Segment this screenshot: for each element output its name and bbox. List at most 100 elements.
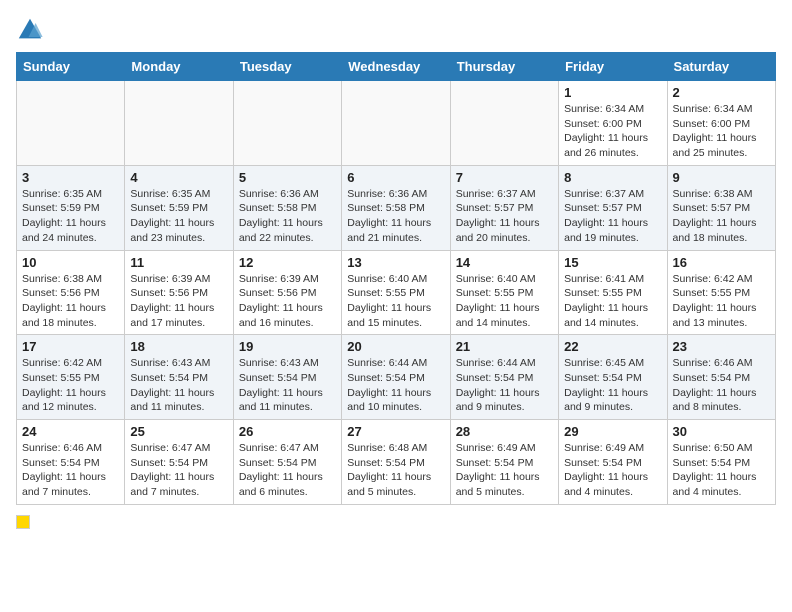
- legend-box: [16, 515, 30, 529]
- calendar-week-row: 3 Sunrise: 6:35 AM Sunset: 5:59 PM Daylig…: [17, 165, 776, 250]
- day-number: 21: [456, 339, 553, 354]
- day-number: 7: [456, 170, 553, 185]
- day-info: Sunrise: 6:43 AM Sunset: 5:54 PM Dayligh…: [130, 356, 227, 415]
- calendar-cell: 6 Sunrise: 6:36 AM Sunset: 5:58 PM Daylig…: [342, 165, 450, 250]
- calendar-cell: [17, 81, 125, 166]
- day-number: 6: [347, 170, 444, 185]
- day-info: Sunrise: 6:34 AM Sunset: 6:00 PM Dayligh…: [564, 102, 661, 161]
- day-header-monday: Monday: [125, 53, 233, 81]
- calendar-header: SundayMondayTuesdayWednesdayThursdayFrid…: [17, 53, 776, 81]
- logo: [16, 16, 48, 44]
- calendar-cell: 8 Sunrise: 6:37 AM Sunset: 5:57 PM Daylig…: [559, 165, 667, 250]
- calendar-cell: 27 Sunrise: 6:48 AM Sunset: 5:54 PM Dayli…: [342, 420, 450, 505]
- day-info: Sunrise: 6:50 AM Sunset: 5:54 PM Dayligh…: [673, 441, 770, 500]
- day-number: 13: [347, 255, 444, 270]
- calendar-week-row: 1 Sunrise: 6:34 AM Sunset: 6:00 PM Daylig…: [17, 81, 776, 166]
- day-header-tuesday: Tuesday: [233, 53, 341, 81]
- calendar-body: 1 Sunrise: 6:34 AM Sunset: 6:00 PM Daylig…: [17, 81, 776, 505]
- day-info: Sunrise: 6:47 AM Sunset: 5:54 PM Dayligh…: [239, 441, 336, 500]
- day-number: 10: [22, 255, 119, 270]
- calendar-cell: 16Sunrise: 6:42 AM Sunset: 5:55 PM Dayli…: [667, 250, 775, 335]
- day-number: 9: [673, 170, 770, 185]
- calendar-cell: 28Sunrise: 6:49 AM Sunset: 5:54 PM Dayli…: [450, 420, 558, 505]
- calendar-cell: 10 Sunrise: 6:38 AM Sunset: 5:56 PM Dayli…: [17, 250, 125, 335]
- day-info: Sunrise: 6:45 AM Sunset: 5:54 PM Dayligh…: [564, 356, 661, 415]
- calendar-cell: 15 Sunrise: 6:41 AM Sunset: 5:55 PM Dayli…: [559, 250, 667, 335]
- day-info: Sunrise: 6:47 AM Sunset: 5:54 PM Dayligh…: [130, 441, 227, 500]
- calendar-cell: 12 Sunrise: 6:39 AM Sunset: 5:56 PM Dayli…: [233, 250, 341, 335]
- calendar-cell: 1 Sunrise: 6:34 AM Sunset: 6:00 PM Daylig…: [559, 81, 667, 166]
- day-info: Sunrise: 6:37 AM Sunset: 5:57 PM Dayligh…: [456, 187, 553, 246]
- day-info: Sunrise: 6:38 AM Sunset: 5:56 PM Dayligh…: [22, 272, 119, 331]
- day-number: 8: [564, 170, 661, 185]
- calendar-cell: 14Sunrise: 6:40 AM Sunset: 5:55 PM Dayli…: [450, 250, 558, 335]
- day-info: Sunrise: 6:39 AM Sunset: 5:56 PM Dayligh…: [130, 272, 227, 331]
- day-info: Sunrise: 6:40 AM Sunset: 5:55 PM Dayligh…: [456, 272, 553, 331]
- day-info: Sunrise: 6:35 AM Sunset: 5:59 PM Dayligh…: [22, 187, 119, 246]
- calendar-cell: 17Sunrise: 6:42 AM Sunset: 5:55 PM Dayli…: [17, 335, 125, 420]
- day-info: Sunrise: 6:39 AM Sunset: 5:56 PM Dayligh…: [239, 272, 336, 331]
- day-info: Sunrise: 6:38 AM Sunset: 5:57 PM Dayligh…: [673, 187, 770, 246]
- calendar-cell: 21 Sunrise: 6:44 AM Sunset: 5:54 PM Dayli…: [450, 335, 558, 420]
- day-number: 4: [130, 170, 227, 185]
- calendar-cell: 11 Sunrise: 6:39 AM Sunset: 5:56 PM Dayli…: [125, 250, 233, 335]
- day-number: 19: [239, 339, 336, 354]
- day-info: Sunrise: 6:44 AM Sunset: 5:54 PM Dayligh…: [347, 356, 444, 415]
- calendar-cell: 4 Sunrise: 6:35 AM Sunset: 5:59 PM Daylig…: [125, 165, 233, 250]
- calendar-table: SundayMondayTuesdayWednesdayThursdayFrid…: [16, 52, 776, 505]
- calendar-cell: 2 Sunrise: 6:34 AM Sunset: 6:00 PM Daylig…: [667, 81, 775, 166]
- day-number: 11: [130, 255, 227, 270]
- day-info: Sunrise: 6:36 AM Sunset: 5:58 PM Dayligh…: [347, 187, 444, 246]
- day-number: 27: [347, 424, 444, 439]
- day-number: 3: [22, 170, 119, 185]
- day-number: 25: [130, 424, 227, 439]
- calendar-cell: 18Sunrise: 6:43 AM Sunset: 5:54 PM Dayli…: [125, 335, 233, 420]
- day-info: Sunrise: 6:41 AM Sunset: 5:55 PM Dayligh…: [564, 272, 661, 331]
- calendar-cell: 3 Sunrise: 6:35 AM Sunset: 5:59 PM Daylig…: [17, 165, 125, 250]
- day-number: 2: [673, 85, 770, 100]
- day-info: Sunrise: 6:49 AM Sunset: 5:54 PM Dayligh…: [564, 441, 661, 500]
- calendar-week-row: 24 Sunrise: 6:46 AM Sunset: 5:54 PM Dayli…: [17, 420, 776, 505]
- calendar-cell: [125, 81, 233, 166]
- day-header-saturday: Saturday: [667, 53, 775, 81]
- day-number: 26: [239, 424, 336, 439]
- day-number: 30: [673, 424, 770, 439]
- calendar-cell: 26 Sunrise: 6:47 AM Sunset: 5:54 PM Dayli…: [233, 420, 341, 505]
- calendar-cell: 22 Sunrise: 6:45 AM Sunset: 5:54 PM Dayli…: [559, 335, 667, 420]
- logo-icon: [16, 16, 44, 44]
- day-header-thursday: Thursday: [450, 53, 558, 81]
- calendar-cell: 13 Sunrise: 6:40 AM Sunset: 5:55 PM Dayli…: [342, 250, 450, 335]
- day-number: 23: [673, 339, 770, 354]
- day-info: Sunrise: 6:37 AM Sunset: 5:57 PM Dayligh…: [564, 187, 661, 246]
- day-info: Sunrise: 6:35 AM Sunset: 5:59 PM Dayligh…: [130, 187, 227, 246]
- day-number: 15: [564, 255, 661, 270]
- calendar-cell: 30 Sunrise: 6:50 AM Sunset: 5:54 PM Dayli…: [667, 420, 775, 505]
- day-number: 22: [564, 339, 661, 354]
- day-info: Sunrise: 6:43 AM Sunset: 5:54 PM Dayligh…: [239, 356, 336, 415]
- calendar-cell: 23 Sunrise: 6:46 AM Sunset: 5:54 PM Dayli…: [667, 335, 775, 420]
- day-number: 20: [347, 339, 444, 354]
- calendar-cell: 24 Sunrise: 6:46 AM Sunset: 5:54 PM Dayli…: [17, 420, 125, 505]
- day-number: 24: [22, 424, 119, 439]
- calendar-cell: [342, 81, 450, 166]
- day-info: Sunrise: 6:46 AM Sunset: 5:54 PM Dayligh…: [22, 441, 119, 500]
- calendar-cell: 5Sunrise: 6:36 AM Sunset: 5:58 PM Daylig…: [233, 165, 341, 250]
- day-info: Sunrise: 6:42 AM Sunset: 5:55 PM Dayligh…: [673, 272, 770, 331]
- calendar-week-row: 17Sunrise: 6:42 AM Sunset: 5:55 PM Dayli…: [17, 335, 776, 420]
- day-number: 17: [22, 339, 119, 354]
- day-info: Sunrise: 6:46 AM Sunset: 5:54 PM Dayligh…: [673, 356, 770, 415]
- day-headers-row: SundayMondayTuesdayWednesdayThursdayFrid…: [17, 53, 776, 81]
- day-info: Sunrise: 6:48 AM Sunset: 5:54 PM Dayligh…: [347, 441, 444, 500]
- day-number: 12: [239, 255, 336, 270]
- day-info: Sunrise: 6:34 AM Sunset: 6:00 PM Dayligh…: [673, 102, 770, 161]
- day-number: 1: [564, 85, 661, 100]
- day-number: 5: [239, 170, 336, 185]
- day-header-friday: Friday: [559, 53, 667, 81]
- day-header-sunday: Sunday: [17, 53, 125, 81]
- day-info: Sunrise: 6:40 AM Sunset: 5:55 PM Dayligh…: [347, 272, 444, 331]
- calendar-cell: [233, 81, 341, 166]
- day-info: Sunrise: 6:44 AM Sunset: 5:54 PM Dayligh…: [456, 356, 553, 415]
- calendar-week-row: 10 Sunrise: 6:38 AM Sunset: 5:56 PM Dayli…: [17, 250, 776, 335]
- page-header: [16, 16, 776, 44]
- footer-legend: [16, 515, 776, 529]
